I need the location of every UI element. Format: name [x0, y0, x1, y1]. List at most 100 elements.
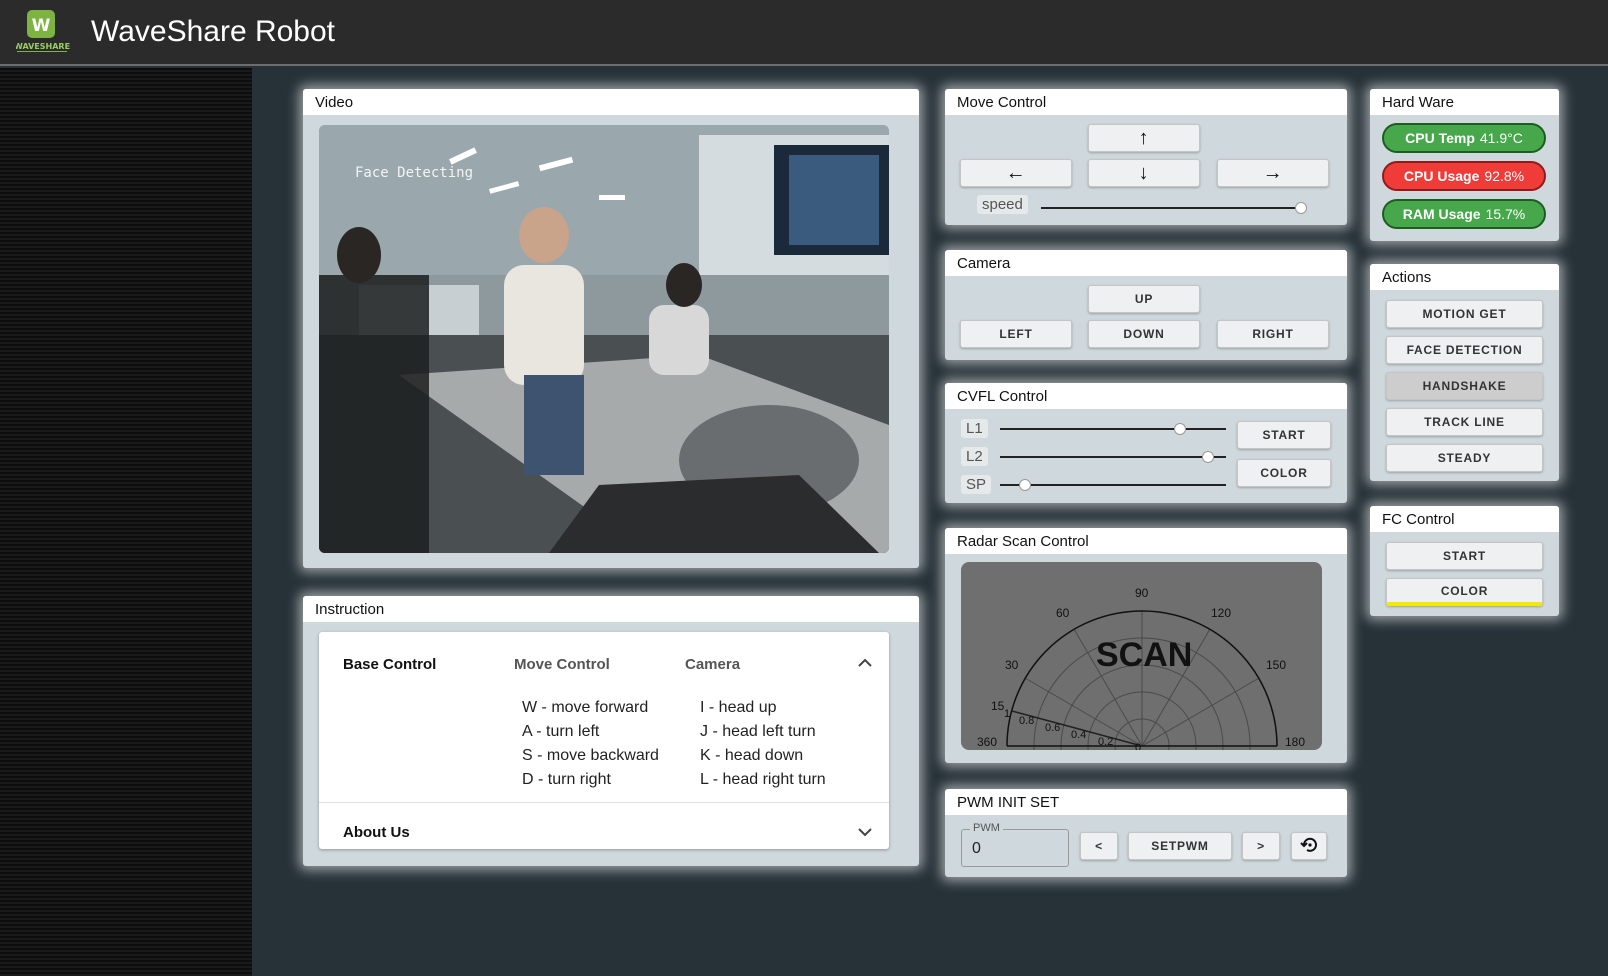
- instruction-card: Base Control Move Control Camera W - mov…: [319, 632, 889, 849]
- tab-move-control[interactable]: Move Control: [514, 656, 610, 673]
- pwm-init-panel: PWM INIT SET PWM 0 < SETPWM >: [945, 789, 1347, 877]
- pwm-input[interactable]: PWM 0: [961, 822, 1069, 867]
- cpu-temp-value: 41.9°C: [1479, 130, 1523, 146]
- arrow-up-icon: ↑: [1138, 126, 1150, 149]
- instruction-panel: Instruction Base Control Move Control Ca…: [303, 596, 919, 866]
- cpu-usage-label: CPU Usage: [1403, 168, 1480, 184]
- instruction-camera-line: K - head down: [700, 747, 804, 764]
- l2-slider-thumb[interactable]: [1202, 451, 1214, 463]
- chevron-down-icon[interactable]: [857, 825, 873, 844]
- steady-button[interactable]: STEADY: [1386, 444, 1543, 472]
- camera-left-button[interactable]: LEFT: [960, 320, 1072, 348]
- setpwm-button[interactable]: SETPWM: [1128, 832, 1232, 860]
- l1-label: L1: [961, 419, 988, 438]
- cpu-usage-badge: CPU Usage 92.8%: [1382, 161, 1546, 191]
- radar-radius-label: 0: [1135, 742, 1142, 750]
- radar-scan-panel: Radar Scan Control SCAN 90 60 120 30 150…: [945, 528, 1347, 763]
- svg-text:W: W: [32, 16, 51, 36]
- video-panel-title: Video: [303, 89, 919, 115]
- pwm-decrease-button[interactable]: <: [1080, 832, 1118, 860]
- l2-slider-track[interactable]: [1000, 456, 1226, 458]
- move-control-panel: Move Control ↑ ← ↓ → speed: [945, 89, 1347, 225]
- cpu-temp-badge: CPU Temp 41.9°C: [1382, 123, 1546, 153]
- about-us-section[interactable]: About Us: [343, 824, 410, 841]
- hardware-title: Hard Ware: [1370, 89, 1559, 115]
- track-line-button[interactable]: TRACK LINE: [1386, 408, 1543, 436]
- l1-slider-track[interactable]: [1000, 428, 1226, 430]
- video-overlay-text: Face Detecting: [355, 165, 474, 181]
- camera-down-button[interactable]: DOWN: [1088, 320, 1200, 348]
- instruction-move-line: A - turn left: [522, 723, 600, 740]
- radar-scan-label: SCAN: [1096, 636, 1193, 674]
- camera-right-button[interactable]: RIGHT: [1217, 320, 1329, 348]
- fc-start-button[interactable]: START: [1386, 542, 1543, 570]
- pwm-init-title: PWM INIT SET: [945, 789, 1347, 815]
- sp-label: SP: [961, 475, 992, 494]
- pwm-input-label: PWM: [970, 822, 1003, 834]
- instruction-move-line: S - move backward: [522, 747, 659, 764]
- cvfl-start-button[interactable]: START: [1237, 421, 1331, 449]
- ram-usage-value: 15.7%: [1485, 206, 1526, 222]
- cvfl-control-panel: CVFL Control L1 L2 SP START COLOR: [945, 383, 1347, 503]
- waveshare-logo-icon: W WAVESHARE: [14, 10, 70, 54]
- radar-radius-label: 0.4: [1071, 729, 1087, 741]
- radar-angle-label: 150: [1266, 658, 1287, 672]
- camera-panel-title: Camera: [945, 250, 1347, 276]
- instruction-panel-title: Instruction: [303, 596, 919, 622]
- cvfl-color-button[interactable]: COLOR: [1237, 459, 1331, 487]
- app-title: WaveShare Robot: [91, 15, 336, 48]
- l1-slider-thumb[interactable]: [1174, 423, 1186, 435]
- radar-angle-label: 180: [1285, 735, 1306, 749]
- move-control-title: Move Control: [945, 89, 1347, 115]
- reset-icon: [1299, 835, 1319, 858]
- speed-label: speed: [977, 195, 1028, 214]
- chevron-up-icon[interactable]: [857, 656, 873, 675]
- face-detection-button[interactable]: FACE DETECTION: [1386, 336, 1543, 364]
- move-forward-button[interactable]: ↑: [1088, 124, 1200, 152]
- move-backward-button[interactable]: ↓: [1088, 159, 1200, 187]
- ram-usage-label: RAM Usage: [1402, 206, 1481, 222]
- tab-base-control[interactable]: Base Control: [343, 656, 436, 673]
- cvfl-control-title: CVFL Control: [945, 383, 1347, 409]
- radar-radius-label: 0.8: [1019, 715, 1035, 727]
- instruction-camera-line: J - head left turn: [700, 723, 816, 740]
- instruction-camera-line: I - head up: [700, 699, 777, 716]
- camera-panel: Camera UP LEFT DOWN RIGHT: [945, 250, 1347, 360]
- top-bar: W WAVESHARE WaveShare Robot: [0, 0, 1608, 66]
- video-panel: Video Face Detecting: [303, 89, 919, 568]
- radar-angle-label: 360: [977, 735, 998, 749]
- radar-display: SCAN 90 60 120 30 150 15 360 180 1 0.8 0…: [961, 562, 1322, 750]
- pwm-increase-button[interactable]: >: [1242, 832, 1280, 860]
- instruction-move-line: W - move forward: [522, 699, 649, 716]
- l2-label: L2: [961, 447, 988, 466]
- radar-angle-label: 120: [1211, 606, 1232, 620]
- arrow-right-icon: →: [1262, 161, 1284, 184]
- radar-scan-title: Radar Scan Control: [945, 528, 1347, 554]
- radar-radius-label: 1: [1004, 708, 1011, 720]
- sidebar: [0, 68, 252, 976]
- motion-get-button[interactable]: MOTION GET: [1386, 300, 1543, 328]
- actions-panel: Actions MOTION GET FACE DETECTION HANDSH…: [1370, 264, 1559, 481]
- tab-camera[interactable]: Camera: [685, 656, 740, 673]
- radar-radius-label: 0.2: [1098, 736, 1114, 748]
- svg-text:WAVESHARE: WAVESHARE: [16, 42, 70, 51]
- handshake-button[interactable]: HANDSHAKE: [1386, 372, 1543, 400]
- camera-up-button[interactable]: UP: [1088, 285, 1200, 313]
- speed-slider-thumb[interactable]: [1295, 202, 1307, 214]
- pwm-reset-button[interactable]: [1291, 832, 1327, 860]
- cpu-temp-label: CPU Temp: [1405, 130, 1475, 146]
- pwm-input-value: 0: [972, 840, 981, 857]
- fc-color-button[interactable]: COLOR: [1386, 578, 1543, 606]
- speed-slider-track[interactable]: [1041, 207, 1301, 209]
- turn-left-button[interactable]: ←: [960, 159, 1072, 187]
- divider: [319, 802, 889, 803]
- fc-control-panel: FC Control START COLOR: [1370, 506, 1559, 616]
- sp-slider-thumb[interactable]: [1019, 479, 1031, 491]
- turn-right-button[interactable]: →: [1217, 159, 1329, 187]
- radar-radius-label: 0.6: [1045, 722, 1061, 734]
- instruction-camera-line: L - head right turn: [700, 771, 826, 788]
- radar-angle-label: 60: [1056, 606, 1070, 620]
- sp-slider-track[interactable]: [1000, 484, 1226, 486]
- hardware-panel: Hard Ware CPU Temp 41.9°C CPU Usage 92.8…: [1370, 89, 1559, 241]
- radar-angle-label: 30: [1005, 658, 1019, 672]
